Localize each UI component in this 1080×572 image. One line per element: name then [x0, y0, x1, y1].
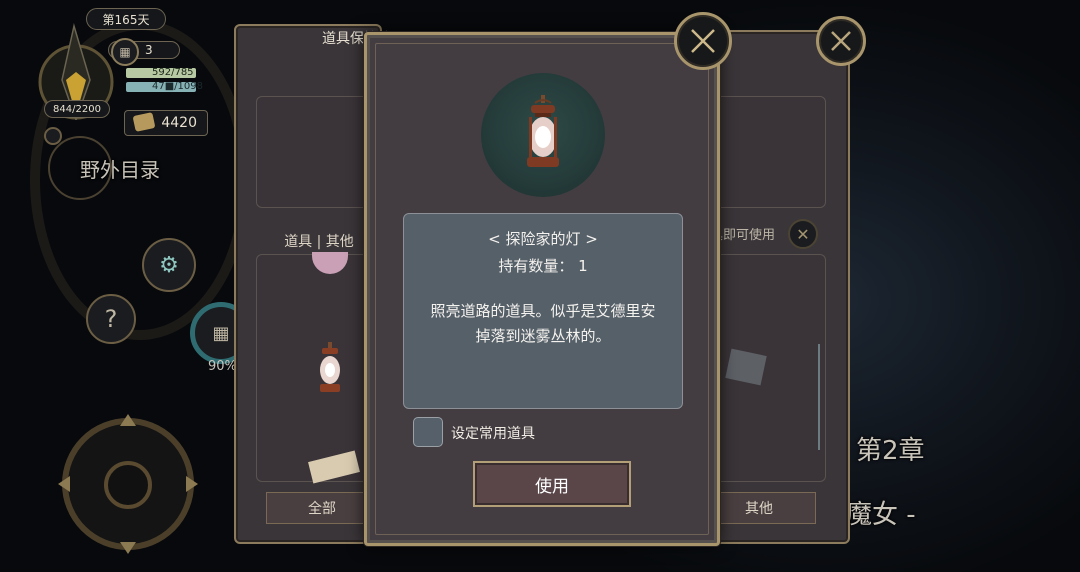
- left-top-slot[interactable]: [256, 96, 376, 208]
- set-favorite-label: 设定常用道具: [451, 426, 535, 442]
- chapter-label: 第2章: [856, 436, 925, 466]
- item-detail-dialog: < 探险家的灯 > 持有数量： 1 照亮道路的道具。似乎是艾德里安 掉落到迷雾丛…: [364, 32, 720, 546]
- calendar-count-label: 3: [145, 43, 153, 57]
- mp-value: 47■/1098: [152, 81, 203, 92]
- item-name: < 探险家的灯 >: [488, 230, 598, 248]
- tab-items-other-label: 道具 | 其他: [284, 234, 354, 250]
- close-dialog-button[interactable]: [674, 12, 732, 70]
- item-portrait: [481, 73, 605, 197]
- lantern-icon: [527, 95, 559, 167]
- joystick-arrows-icon: [58, 414, 198, 554]
- use-button-label: 使用: [535, 476, 569, 497]
- close-icon: [691, 29, 715, 53]
- right-top-slot[interactable]: [710, 96, 826, 208]
- stamina-label: 844/2200: [53, 103, 101, 115]
- lantern-item-icon[interactable]: [314, 342, 346, 394]
- item-info-box: < 探险家的灯 > 持有数量： 1 照亮道路的道具。似乎是艾德里安 掉落到迷雾丛…: [403, 213, 683, 409]
- use-button[interactable]: 使用: [473, 461, 631, 507]
- settings-gear-icon[interactable]: ⚙: [142, 238, 196, 292]
- item-description-line2: 掉落到迷雾丛林的。: [475, 327, 611, 345]
- help-icon[interactable]: ?: [86, 294, 136, 344]
- filter-other-label: 其他: [745, 501, 773, 517]
- item-quantity: 持有数量： 1: [498, 257, 588, 275]
- item-description-line1: 照亮道路的道具。似乎是艾德里安: [430, 302, 656, 320]
- calendar-icon[interactable]: ▦: [111, 38, 139, 66]
- field-menu-button[interactable]: [48, 136, 112, 200]
- right-scrollbar[interactable]: [818, 344, 820, 450]
- set-favorite-checkbox[interactable]: [413, 417, 443, 447]
- stamina-value: 844/2200: [44, 100, 110, 118]
- gold-value: 4420: [161, 115, 197, 131]
- close-storage-button[interactable]: [816, 16, 866, 66]
- filter-all-label: 全部: [308, 501, 336, 517]
- progress-percent: 90%: [208, 359, 237, 374]
- close-icon: [831, 31, 851, 51]
- hp-value: 592/785: [152, 67, 194, 78]
- filter-all-button[interactable]: 全部: [266, 492, 378, 524]
- hint-close-icon[interactable]: ✕: [788, 219, 818, 249]
